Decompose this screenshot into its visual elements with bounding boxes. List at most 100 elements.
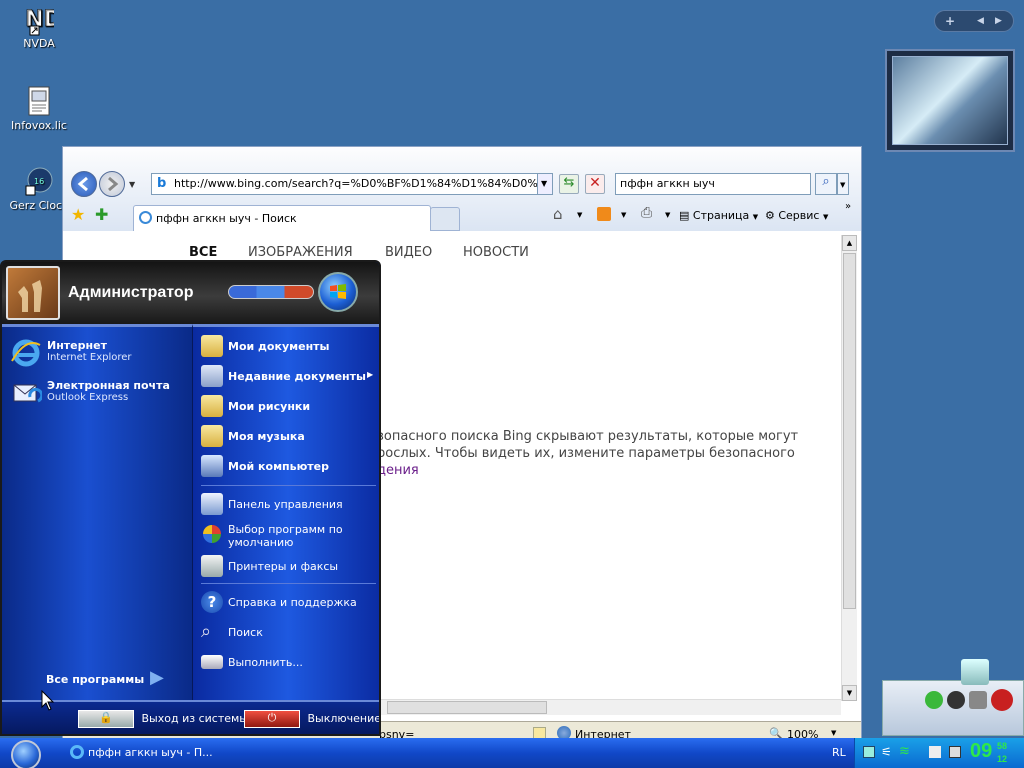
page-menu[interactable]: ▤ Страница ▼ [679, 209, 758, 222]
mouse-cursor [41, 689, 55, 715]
address-dropdown-icon[interactable]: ▼ [537, 173, 553, 195]
place-label: Выполнить... [228, 656, 303, 669]
toolbar-overflow-icon[interactable]: » [845, 201, 851, 212]
tab-favicon [139, 211, 152, 224]
place-label: Моя музыка [228, 430, 305, 443]
task-label: пффн агккн ыуч - П... [88, 746, 213, 759]
print-icon[interactable]: ⎙ [641, 205, 652, 221]
search-icon: ⌕ [201, 621, 212, 642]
my-music-icon [201, 425, 223, 447]
hscroll-thumb[interactable] [387, 701, 547, 714]
internet-explorer-icon [70, 745, 84, 759]
scroll-up-icon[interactable]: ▲ [842, 235, 857, 251]
quick-launch-panel [882, 659, 1024, 736]
address-text: http://www.bing.com/search?q=%D0%BF%D1%8… [174, 177, 553, 190]
place-label: Выбор программ по умолчанию [228, 523, 343, 549]
clock-second: 12 [997, 754, 1008, 764]
user-name: Администратор [68, 284, 194, 301]
message-line-2: рослых. Чтобы видеть их, измените параме… [377, 446, 795, 461]
add-gadget-icon[interactable]: + [945, 14, 955, 28]
favorites-star-icon[interactable]: ★ [71, 205, 85, 224]
start-menu-programs: Интернет Internet Explorer Электронная п… [2, 324, 192, 700]
logoff-button[interactable]: 🔒 Выход из системы [78, 710, 248, 728]
search-options-icon[interactable]: ▼ [837, 173, 849, 195]
pinned-subtitle: Outlook Express [47, 392, 129, 403]
address-bar[interactable]: b http://www.bing.com/search?q=%D0%BF%D1… [151, 173, 553, 195]
wifi-icon[interactable]: ≋ [899, 744, 910, 759]
page-icon: ▤ [679, 209, 693, 222]
home-dropdown-icon[interactable]: ▼ [577, 211, 582, 219]
start-button[interactable] [11, 740, 41, 768]
network-icon[interactable] [863, 746, 875, 758]
feeds-icon[interactable] [597, 207, 611, 221]
place-label: Недавние документы [228, 370, 366, 383]
recycle-bin-icon[interactable] [961, 659, 989, 685]
volume-icon[interactable]: ⚟ [881, 745, 892, 759]
clock-icon: 16 [24, 166, 54, 196]
next-icon[interactable]: ▶ [995, 16, 1002, 26]
nav-all[interactable]: ВСЕ [189, 245, 217, 260]
start-menu-header: Администратор [2, 262, 379, 324]
power-icon: ⏻ [244, 710, 300, 728]
nvda-icon: ND [24, 4, 62, 36]
shutdown-button[interactable]: ⏻ Выключение [244, 710, 379, 728]
refresh-icon[interactable]: ⇆ [559, 174, 579, 194]
home-icon[interactable]: ⌂ [553, 205, 563, 223]
header-decoration [228, 285, 314, 299]
new-tab-button[interactable] [430, 207, 460, 231]
battery-icon[interactable] [949, 746, 961, 758]
my-documents-icon [201, 335, 223, 357]
windows-logo-icon [318, 272, 358, 312]
app-icon[interactable] [947, 691, 965, 709]
all-programs-label: Все программы [46, 673, 145, 686]
nav-news[interactable]: НОВОСТИ [463, 245, 529, 260]
app-icon[interactable] [991, 689, 1013, 711]
control-panel-icon [201, 493, 223, 515]
file-icon [24, 86, 54, 116]
history-dropdown-icon[interactable]: ▼ [129, 180, 135, 189]
app-icon[interactable] [925, 691, 943, 709]
avatar[interactable] [6, 266, 60, 320]
vertical-scrollbar[interactable]: ▲ ▼ [841, 235, 857, 701]
app-icon[interactable] [969, 691, 987, 709]
clock-minute: 58 [997, 741, 1008, 751]
print-dropdown-icon[interactable]: ▼ [665, 211, 670, 219]
taskbar-task-ie[interactable]: пффн агккн ыуч - П... [66, 741, 216, 765]
internet-explorer-icon [10, 337, 42, 369]
page-label: Страница [692, 209, 750, 222]
nav-images[interactable]: ИЗОБРАЖЕНИЯ [248, 245, 353, 260]
place-label: Справка и поддержка [228, 596, 357, 609]
desktop-icon-label: Infovox.lic [11, 119, 67, 132]
place-label: Поиск [228, 626, 263, 639]
my-pictures-icon [201, 395, 223, 417]
back-button[interactable] [71, 171, 97, 197]
printers-icon [201, 555, 223, 577]
scroll-thumb[interactable] [843, 253, 856, 609]
search-input[interactable]: пффн агккн ыуч [615, 173, 811, 195]
add-favorites-icon[interactable]: ✚ [95, 205, 108, 224]
search-icon[interactable]: ⌕ [815, 173, 837, 195]
chevron-down-icon: ▼ [752, 213, 759, 221]
zoom-dropdown-icon[interactable]: ▼ [831, 729, 836, 737]
nav-video[interactable]: ВИДЕО [385, 245, 432, 260]
feeds-dropdown-icon[interactable]: ▼ [621, 211, 626, 219]
message-link[interactable]: дения [377, 462, 817, 479]
message-line-1: зопасного поиска Bing скрывают результат… [377, 429, 799, 444]
tab-active[interactable]: пффн агккн ыуч - Поиск [133, 205, 431, 231]
divider [201, 485, 376, 486]
tools-menu[interactable]: ⚙ Сервис ▼ [765, 209, 828, 222]
language-indicator[interactable]: RL [832, 746, 846, 759]
stop-icon[interactable]: ✕ [585, 174, 605, 194]
safesearch-message: зопасного поиска Bing скрывают результат… [377, 428, 817, 479]
forward-button[interactable] [99, 171, 125, 197]
previous-icon[interactable]: ◀ [977, 16, 984, 26]
desktop-icon-nvda[interactable]: ND NVDA [4, 4, 74, 50]
notes-icon[interactable] [929, 746, 941, 758]
tab-title: пффн агккн ыуч - Поиск [156, 212, 297, 225]
scroll-down-icon[interactable]: ▼ [842, 685, 857, 701]
clock[interactable]: 09 58 12 [970, 740, 1007, 764]
sidebar-gadget-toolbar: + ◀ ▶ [934, 10, 1014, 32]
picture-gadget[interactable] [885, 49, 1015, 152]
desktop-icon-infovox[interactable]: Infovox.lic [4, 86, 74, 132]
gear-icon: ⚙ [765, 209, 779, 222]
